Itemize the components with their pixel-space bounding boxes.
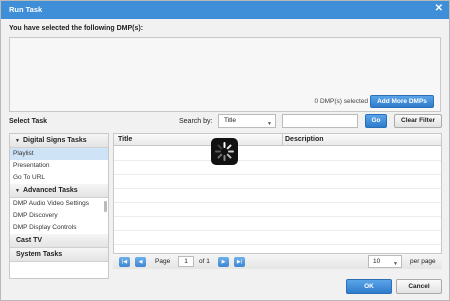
close-icon[interactable]: ✕: [435, 3, 443, 14]
group-header-system-tasks[interactable]: System Tasks: [10, 248, 108, 262]
go-button[interactable]: Go: [365, 114, 387, 128]
add-more-dmps-button[interactable]: Add More DMPs: [370, 95, 434, 108]
advanced-tasks-scrollbar[interactable]: [104, 201, 107, 212]
group-header-digital-signs[interactable]: ▼ Digital Signs Tasks: [10, 134, 108, 148]
group-header-advanced[interactable]: ▼ Advanced Tasks: [10, 184, 108, 198]
selected-dmps-label: You have selected the following DMP(s):: [9, 25, 144, 32]
search-by-value: Title: [224, 117, 237, 124]
column-header-description[interactable]: Description: [285, 136, 324, 143]
per-page-label: per page: [410, 258, 436, 265]
task-item-dmp-display-controls[interactable]: DMP Display Controls: [10, 222, 108, 234]
per-page-select[interactable]: 10 ▼: [368, 255, 402, 268]
select-task-label: Select Task: [9, 118, 48, 125]
table-row: [114, 175, 441, 189]
table-row: [114, 231, 441, 245]
expanded-triangle-icon: ▼: [15, 138, 20, 144]
task-item-go-to-url[interactable]: Go To URL: [10, 172, 108, 184]
column-divider: [282, 134, 283, 146]
search-by-label: Search by:: [179, 118, 213, 125]
table-row: [114, 189, 441, 203]
group-header-cast-tv[interactable]: Cast TV: [10, 234, 108, 248]
page-of-label: of 1: [199, 258, 210, 265]
task-list-panel: ▼ Digital Signs Tasks Playlist Presentati…: [9, 133, 109, 279]
selected-dmps-list: 0 DMP(s) selected Add More DMPs: [9, 37, 441, 112]
previous-page-icon[interactable]: ◀: [135, 257, 146, 267]
task-item-presentation[interactable]: Presentation: [10, 160, 108, 172]
column-header-title[interactable]: Title: [118, 136, 132, 143]
run-task-dialog: Run Task ✕ You have selected the followi…: [0, 0, 450, 301]
table-row: [114, 203, 441, 217]
expanded-triangle-icon: ▼: [15, 188, 20, 194]
table-row: [114, 147, 441, 161]
task-grid: Title Description: [113, 133, 442, 269]
task-item-playlist[interactable]: Playlist: [10, 148, 108, 160]
loading-spinner-icon: [211, 138, 238, 165]
grid-header: Title Description: [114, 134, 441, 146]
table-row: [114, 161, 441, 175]
cancel-button[interactable]: Cancel: [396, 279, 442, 294]
next-page-icon[interactable]: ▶: [218, 257, 229, 267]
search-input[interactable]: [282, 114, 358, 128]
page-number-input[interactable]: 1: [178, 256, 194, 267]
per-page-value: 10: [373, 258, 381, 265]
ok-button[interactable]: OK: [346, 279, 392, 294]
table-row: [114, 217, 441, 231]
first-page-icon[interactable]: |◀: [119, 257, 130, 267]
page-label: Page: [155, 258, 171, 265]
clear-filter-button[interactable]: Clear Filter: [394, 114, 442, 128]
task-item-dmp-discovery[interactable]: DMP Discovery: [10, 210, 108, 222]
chevron-down-icon: ▼: [267, 121, 272, 127]
dialog-title: Run Task: [9, 5, 43, 14]
dmp-count-text: 0 DMP(s) selected: [314, 98, 368, 105]
task-item-dmp-audio-video-settings[interactable]: DMP Audio Video Settings: [10, 198, 108, 210]
pagination-bar: |◀ ◀ Page 1 of 1 ▶ ▶| 10 ▼ per page: [113, 253, 442, 269]
last-page-icon[interactable]: ▶|: [234, 257, 245, 267]
chevron-down-icon: ▼: [393, 261, 398, 267]
dialog-titlebar: Run Task ✕: [1, 1, 449, 19]
search-by-select[interactable]: Title ▼: [218, 114, 276, 128]
